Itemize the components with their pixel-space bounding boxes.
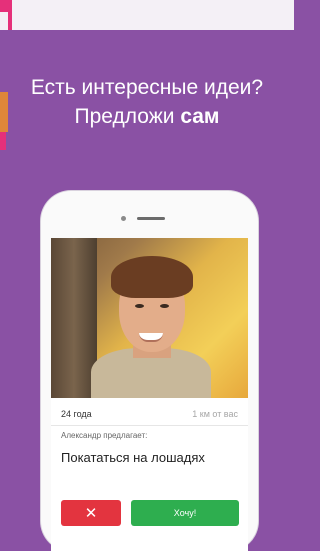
decline-button[interactable]: ✕ <box>61 500 121 526</box>
profile-photo[interactable] <box>51 238 248 398</box>
speaker-grille <box>137 217 165 220</box>
age-label: 24 года <box>61 409 92 419</box>
headline-bold: сам <box>180 105 220 128</box>
headline-prefix: Предложи <box>74 105 181 128</box>
photo-eye-right <box>160 304 169 308</box>
headline: Есть интересные идеи? Предложи сам <box>0 73 294 131</box>
side-fragment-2 <box>0 132 6 150</box>
divider <box>51 425 248 426</box>
camera-dot <box>121 216 126 221</box>
photo-hair <box>111 256 193 298</box>
headline-line2: Предложи сам <box>0 102 294 131</box>
photo-eye-left <box>135 304 144 308</box>
proposer-label: Александр предлагает: <box>61 431 148 440</box>
top-strip <box>0 0 294 30</box>
accept-button[interactable]: Хочу! <box>131 500 239 526</box>
accent-bar <box>8 0 12 30</box>
headline-line1: Есть интересные идеи? <box>30 76 264 99</box>
phone-mockup: 24 года 1 км от вас Александр предлагает… <box>41 191 258 551</box>
close-icon: ✕ <box>84 505 98 522</box>
profile-meta: 24 года 1 км от вас <box>51 407 248 423</box>
idea-title: Покататься на лошадях <box>61 450 205 465</box>
distance-label: 1 км от вас <box>192 409 238 419</box>
phone-screen: 24 года 1 км от вас Александр предлагает… <box>51 238 248 551</box>
